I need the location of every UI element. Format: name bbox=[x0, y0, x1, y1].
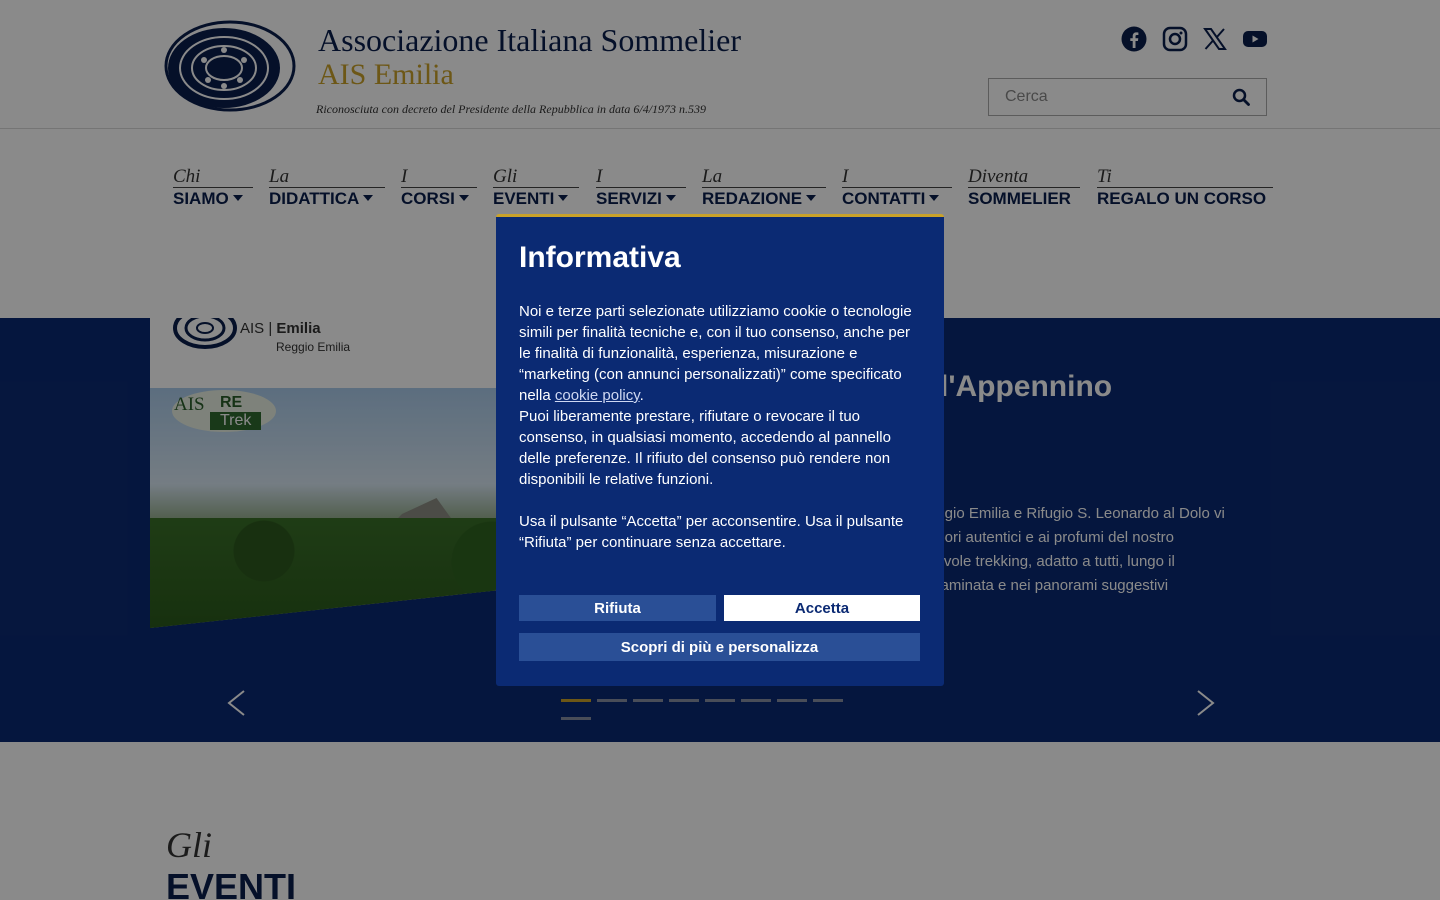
cookie-consent-modal: Informativa Noi e terze parti selezionat… bbox=[496, 214, 944, 686]
customize-button[interactable]: Scopri di più e personalizza bbox=[519, 633, 920, 661]
reject-button[interactable]: Rifiuta bbox=[519, 595, 716, 621]
modal-text: . bbox=[639, 387, 644, 404]
cookie-policy-link[interactable]: cookie policy bbox=[555, 387, 640, 404]
modal-title: Informativa bbox=[519, 241, 681, 274]
modal-button-row: Rifiuta Accetta bbox=[519, 595, 920, 621]
modal-text: Puoi liberamente prestare, rifiutare o r… bbox=[519, 408, 891, 488]
accept-button[interactable]: Accetta bbox=[724, 595, 920, 621]
modal-paragraph-2: Usa il pulsante “Accetta” per acconsenti… bbox=[519, 513, 904, 551]
modal-paragraph-1: Noi e terze parti selezionate utilizziam… bbox=[519, 301, 921, 490]
